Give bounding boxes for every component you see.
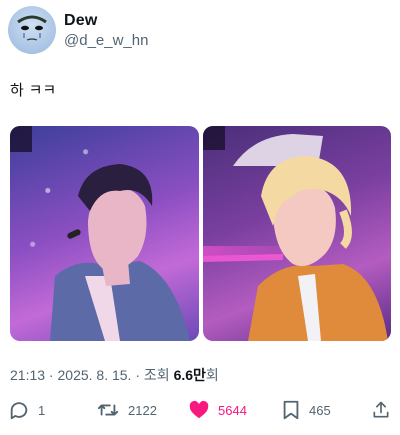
views-suffix: 회	[205, 367, 219, 383]
tweet-meta: 21:13 · 2025. 8. 15. · 조회 6.6만회	[10, 366, 219, 384]
display-name[interactable]: Dew	[64, 11, 148, 31]
retweet-count: 2122	[128, 402, 157, 418]
avatar-face	[17, 15, 47, 41]
meta-separator: ·	[45, 367, 58, 383]
author-names: Dew @d_e_w_hn	[64, 11, 148, 51]
share-icon	[373, 401, 389, 418]
retweet-button[interactable]: 2122	[96, 397, 157, 423]
tweet-date[interactable]: 2025. 8. 15.	[58, 367, 132, 383]
action-bar: 1 2122 5644 465	[0, 397, 400, 423]
media-grid	[10, 126, 391, 341]
handle[interactable]: @d_e_w_hn	[64, 31, 148, 51]
tweet-time[interactable]: 21:13	[10, 367, 45, 383]
tweet-header: Dew @d_e_w_hn	[8, 6, 148, 54]
views-count: 6.6만	[173, 367, 206, 383]
bookmark-count: 465	[309, 402, 331, 418]
like-button[interactable]: 5644	[188, 397, 247, 423]
tweet-text: 하 ㅋㅋ	[10, 81, 57, 99]
tweet-image-2[interactable]	[202, 126, 391, 341]
bookmark-icon	[283, 400, 299, 420]
share-button[interactable]	[371, 397, 391, 423]
meta-separator: ·	[131, 367, 144, 383]
reply-button[interactable]: 1	[8, 397, 45, 423]
heart-icon	[189, 400, 209, 419]
tweet-image-1[interactable]	[10, 126, 199, 341]
views-label: 조회	[143, 367, 174, 383]
like-count: 5644	[218, 402, 247, 418]
avatar[interactable]	[8, 6, 56, 54]
anime-blonde-illustration	[202, 126, 388, 341]
anime-boy-illustration	[10, 126, 190, 341]
retweet-icon	[97, 404, 119, 416]
reply-icon	[10, 402, 28, 420]
bookmark-button[interactable]: 465	[281, 397, 331, 423]
reply-count: 1	[38, 402, 46, 418]
